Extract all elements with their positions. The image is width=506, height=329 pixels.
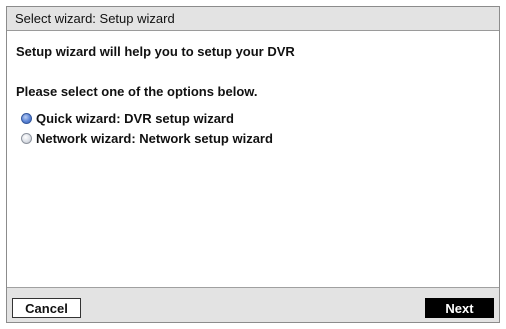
radio-unselected-icon[interactable] bbox=[21, 132, 32, 144]
intro-text: Setup wizard will help you to setup your… bbox=[16, 44, 295, 59]
dialog-body: Setup wizard will help you to setup your… bbox=[7, 31, 499, 287]
network-wizard-label: Network wizard: Network setup wizard bbox=[36, 130, 273, 146]
cancel-button[interactable]: Cancel bbox=[12, 298, 81, 318]
quick-wizard-label: Quick wizard: DVR setup wizard bbox=[36, 110, 234, 126]
dialog-title: Select wizard: Setup wizard bbox=[7, 7, 499, 31]
next-button[interactable]: Next bbox=[425, 298, 494, 318]
radio-selected-icon[interactable] bbox=[21, 112, 32, 124]
setup-wizard-dialog: Select wizard: Setup wizard Setup wizard… bbox=[6, 6, 500, 323]
quick-wizard-option[interactable]: Quick wizard: DVR setup wizard bbox=[21, 109, 234, 127]
network-wizard-option[interactable]: Network wizard: Network setup wizard bbox=[21, 129, 273, 147]
dialog-footer: Cancel Next bbox=[7, 287, 499, 322]
prompt-text: Please select one of the options below. bbox=[16, 84, 258, 99]
